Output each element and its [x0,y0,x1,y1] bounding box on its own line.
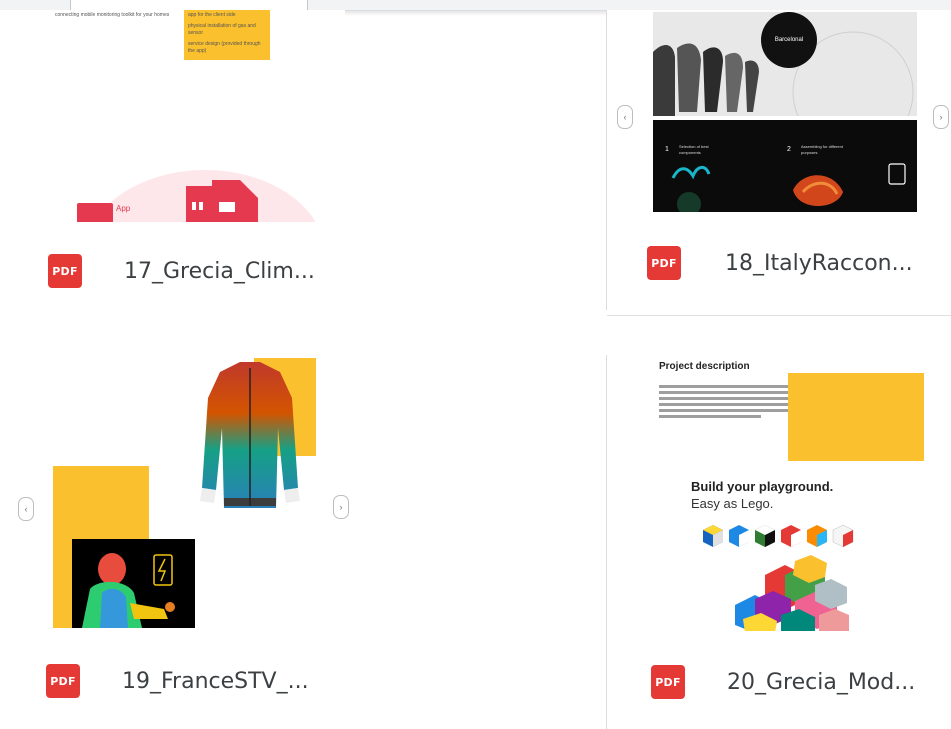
file-name[interactable]: 20_Grecia_Mod... [727,670,915,695]
thumb-cubes [703,524,854,548]
pdf-icon: PDF [647,246,681,280]
thumb-bottom-panel: 1 Selection of best components 2 Assembl… [653,120,917,212]
file-thumbnail[interactable]: Project description Build your playgroun… [607,355,951,631]
file-name[interactable]: 18_ItalyRaccon... [725,251,913,276]
file-label-row[interactable]: PDF 18_ItalyRaccon... [647,246,913,280]
pdf-icon: PDF [651,665,685,699]
file-card-18[interactable]: Barcelonal 1 Selection of best component… [607,10,951,316]
thumb-tagline-2: Easy as Lego. [691,496,774,511]
file-name[interactable]: 19_FranceSTV_... [122,669,309,694]
file-name[interactable]: 17_Grecia_Clim... [124,259,315,284]
thumb-jacket [200,362,300,508]
file-card-17[interactable]: connecting mobile monitoring toolkit for… [0,10,345,320]
thumb-app-label: App [116,204,131,213]
file-thumbnail[interactable]: connecting mobile monitoring toolkit for… [0,10,345,222]
thumb-next-arrow-icon[interactable]: › [333,495,349,519]
file-label-row[interactable]: PDF 19_FranceSTV_... [46,664,309,698]
file-card-19[interactable]: ‹ › PDF 19_FranceSTV_... [8,358,349,729]
thumb-prev-arrow-icon[interactable]: ‹ [617,105,633,129]
thumb-next-arrow-icon[interactable]: › [933,105,949,129]
thumb-bottom-art [671,163,906,212]
thumb-illustration [77,170,316,222]
pdf-icon: PDF [48,254,82,288]
file-thumbnail[interactable]: Barcelonal 1 Selection of best component… [607,10,951,212]
thumb-circle-badge: Barcelonal [761,12,817,68]
file-label-row[interactable]: PDF 20_Grecia_Mod... [651,665,915,699]
file-label-row[interactable]: PDF 17_Grecia_Clim... [48,254,315,288]
thumb-tagline-1: Build your playground. [691,479,834,494]
thumb-prev-arrow-icon[interactable]: ‹ [18,497,34,521]
thumb-thermal-photo [72,539,195,628]
thumb-yellow-block [788,373,924,461]
file-thumbnail[interactable] [8,358,348,628]
file-card-20[interactable]: Project description Build your playgroun… [607,355,951,729]
pdf-icon: PDF [46,664,80,698]
thumb-heading: Project description [659,361,750,372]
thumb-block-structure [735,555,849,631]
